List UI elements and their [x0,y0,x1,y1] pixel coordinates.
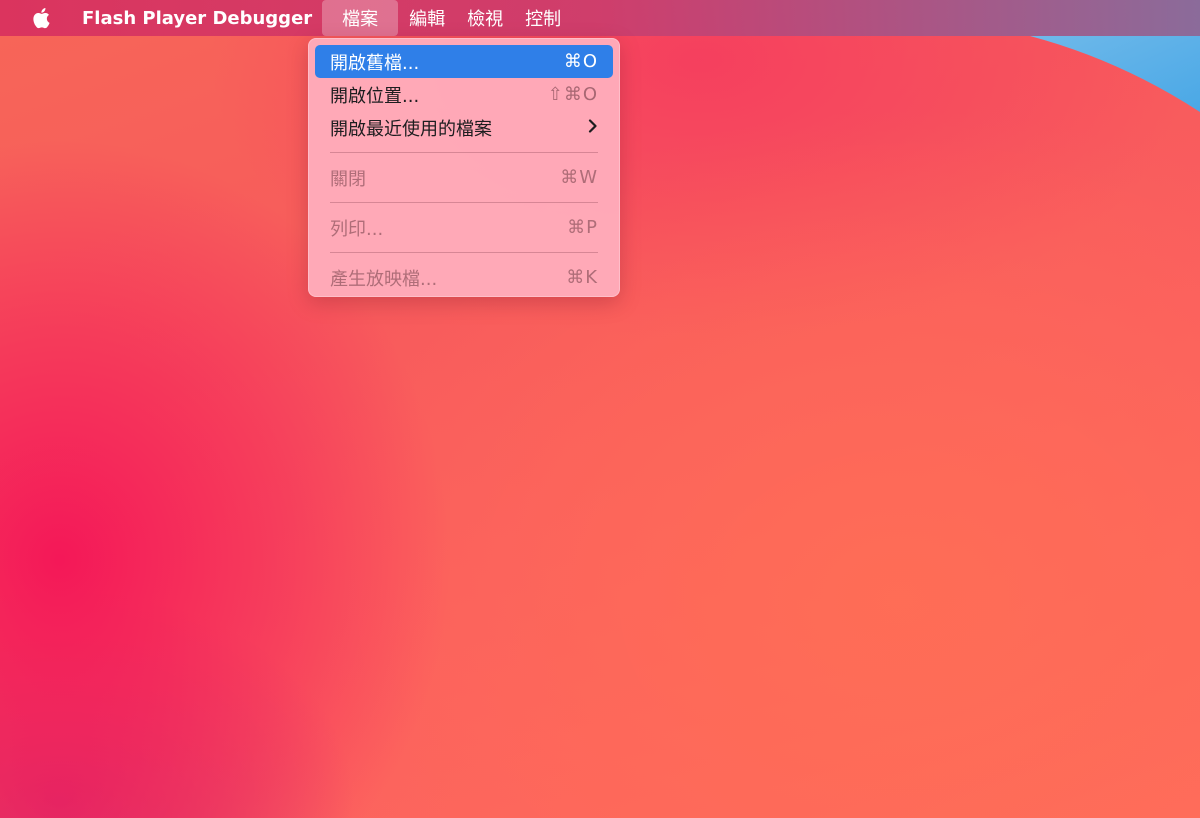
menu-item-label: 開啟最近使用的檔案 [330,118,492,140]
menu-item-label: 開啟位置... [330,85,420,107]
menu-separator [330,152,598,153]
apple-logo-icon[interactable] [26,0,56,36]
menu-item-label: 開啟舊檔... [330,52,420,74]
file-menu-dropdown: 開啟舊檔... ⌘O 開啟位置... ⇧⌘O 開啟最近使用的檔案 關閉 ⌘W 列… [308,38,620,297]
desktop-wallpaper: Flash Player Debugger 檔案 編輯 檢視 控制 開啟舊檔..… [0,0,1200,818]
menu-separator [330,202,598,203]
menu-separator [330,252,598,253]
app-name-menu[interactable]: Flash Player Debugger [72,0,322,36]
menu-item-create-projector: 產生放映檔... ⌘K [315,261,613,294]
menu-item-shortcut: ⌘O [563,51,598,72]
menu-item-close: 關閉 ⌘W [315,161,613,194]
menu-item-label: 關閉 [330,168,366,190]
menu-bar: Flash Player Debugger 檔案 編輯 檢視 控制 [0,0,1200,36]
menu-item-print: 列印... ⌘P [315,211,613,244]
menu-item-shortcut: ⌘W [560,167,598,188]
menu-item-open-recent[interactable]: 開啟最近使用的檔案 [315,111,613,144]
menu-item-label: 列印... [330,218,384,240]
menu-edit[interactable]: 編輯 [398,0,456,36]
menu-view[interactable]: 檢視 [456,0,514,36]
chevron-right-icon [588,117,598,138]
menu-item-open-location[interactable]: 開啟位置... ⇧⌘O [315,78,613,111]
menu-item-shortcut: ⌘P [567,217,598,238]
menu-item-shortcut: ⇧⌘O [547,84,598,105]
menu-file[interactable]: 檔案 [322,0,399,36]
menu-item-open-file[interactable]: 開啟舊檔... ⌘O [315,45,613,78]
menu-item-shortcut: ⌘K [566,267,598,288]
menu-item-label: 產生放映檔... [330,268,438,290]
menu-control[interactable]: 控制 [514,0,572,36]
